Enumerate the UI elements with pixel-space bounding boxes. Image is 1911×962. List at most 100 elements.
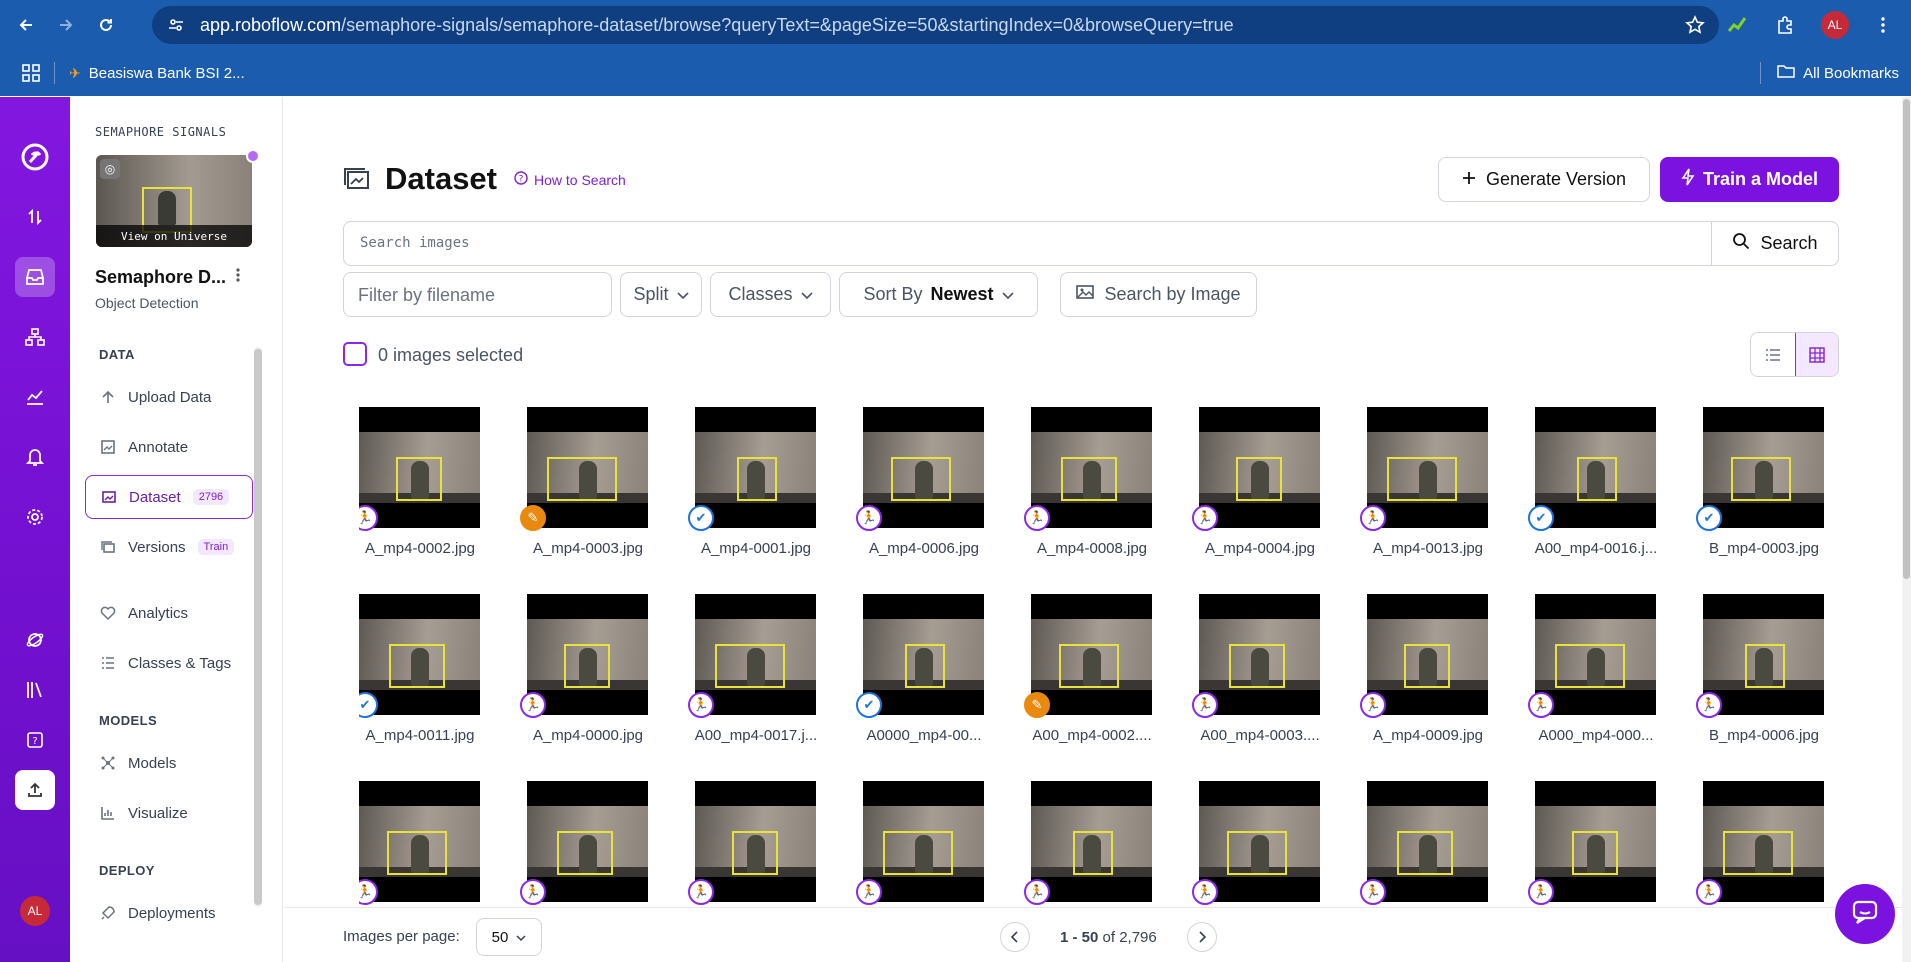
image-thumbnail[interactable] bbox=[1199, 594, 1320, 715]
project-menu-icon[interactable] bbox=[236, 267, 240, 288]
per-page-select[interactable]: 50 bbox=[476, 918, 542, 956]
analytics-rail-icon[interactable] bbox=[15, 377, 55, 417]
image-thumbnail[interactable] bbox=[527, 407, 648, 528]
image-thumbnail[interactable] bbox=[1031, 781, 1152, 902]
image-thumbnail[interactable] bbox=[695, 594, 816, 715]
image-thumbnail[interactable] bbox=[863, 781, 984, 902]
image-thumbnail[interactable] bbox=[695, 781, 816, 902]
image-thumbnail[interactable] bbox=[1367, 594, 1488, 715]
image-thumbnail[interactable] bbox=[1703, 781, 1824, 902]
image-tile[interactable]: ✔ A_mp4-0001.jpg bbox=[688, 407, 816, 577]
settings-gear-icon[interactable] bbox=[15, 497, 55, 537]
image-thumbnail[interactable] bbox=[359, 781, 480, 902]
image-thumbnail[interactable] bbox=[1199, 781, 1320, 902]
site-settings-icon[interactable] bbox=[166, 15, 186, 35]
menu-kebab-icon[interactable] bbox=[1869, 11, 1897, 39]
extension-chart-icon[interactable] bbox=[1723, 11, 1751, 39]
image-tile[interactable]: 🏃 A_mp4-0006.jpg bbox=[856, 407, 984, 577]
bookmark-item[interactable]: ✈ Beasiswa Bank BSI 2... bbox=[69, 65, 245, 82]
sidebar-item-visualize[interactable]: Visualize bbox=[85, 791, 253, 835]
image-thumbnail[interactable] bbox=[527, 594, 648, 715]
reload-icon[interactable] bbox=[92, 11, 120, 39]
image-thumbnail[interactable] bbox=[1703, 407, 1824, 528]
image-tile[interactable]: 🏃 A_mp4-0013.jpg bbox=[1360, 407, 1488, 577]
all-bookmarks[interactable]: All Bookmarks bbox=[1803, 65, 1899, 82]
page-scrollbar[interactable] bbox=[1902, 97, 1911, 962]
image-thumbnail[interactable] bbox=[695, 407, 816, 528]
forward-icon[interactable] bbox=[52, 11, 80, 39]
image-thumbnail[interactable] bbox=[1367, 781, 1488, 902]
chat-support-button[interactable] bbox=[1835, 884, 1895, 944]
image-tile[interactable]: ✔ A00_mp4-0016.j... bbox=[1528, 407, 1657, 577]
image-thumbnail[interactable] bbox=[359, 407, 480, 528]
image-tile[interactable]: 🏃 A00_mp4-0003.... bbox=[1192, 594, 1320, 764]
view-on-universe-caption[interactable]: View on Universe bbox=[96, 225, 252, 247]
image-tile[interactable]: ✔ A0000_mp4-00... bbox=[856, 594, 984, 764]
image-thumbnail[interactable] bbox=[1703, 594, 1824, 715]
image-thumbnail[interactable] bbox=[527, 781, 648, 902]
image-tile[interactable]: ✎ A_mp4-0003.jpg bbox=[520, 407, 648, 577]
image-tile[interactable]: 🏃 bbox=[520, 781, 648, 905]
generate-version-button[interactable]: Generate Version bbox=[1438, 157, 1650, 202]
workflows-icon[interactable] bbox=[15, 317, 55, 357]
image-tile[interactable]: 🏃 bbox=[1192, 781, 1320, 905]
image-tile[interactable]: 🏃 bbox=[1528, 781, 1656, 905]
how-to-search-link[interactable]: ? How to Search bbox=[514, 171, 626, 188]
split-dropdown[interactable]: Split bbox=[620, 272, 702, 317]
image-thumbnail[interactable] bbox=[359, 594, 480, 715]
image-tile[interactable]: 🏃 A000_mp4-000... bbox=[1528, 594, 1656, 764]
grid-view-icon[interactable] bbox=[1794, 333, 1838, 376]
projects-inbox-icon[interactable] bbox=[15, 257, 55, 297]
image-tile[interactable]: 🏃 A_mp4-0008.jpg bbox=[1024, 407, 1152, 577]
train-model-button[interactable]: Train a Model bbox=[1660, 157, 1839, 202]
sidebar-item-analytics[interactable]: Analytics bbox=[85, 591, 253, 635]
image-tile[interactable]: ✔ A_mp4-0011.jpg bbox=[359, 594, 480, 764]
roboflow-logo-icon[interactable] bbox=[15, 137, 55, 177]
image-thumbnail[interactable] bbox=[1367, 407, 1488, 528]
extensions-icon[interactable] bbox=[1771, 11, 1799, 39]
image-tile[interactable]: 🏃 bbox=[856, 781, 984, 905]
image-tile[interactable]: 🏃 A00_mp4-0017.j... bbox=[688, 594, 817, 764]
bookmark-star-icon[interactable] bbox=[1685, 15, 1705, 40]
image-tile[interactable]: 🏃 A_mp4-0000.jpg bbox=[520, 594, 648, 764]
select-all-checkbox[interactable] bbox=[343, 342, 367, 366]
sidebar-item-annotate[interactable]: Annotate bbox=[85, 425, 253, 469]
image-thumbnail[interactable] bbox=[863, 594, 984, 715]
sidebar-item-deployments[interactable]: Deployments bbox=[85, 891, 253, 935]
sidebar-scroll-thumb[interactable] bbox=[254, 349, 262, 905]
sidebar-item-classes-tags[interactable]: Classes & Tags bbox=[85, 641, 253, 685]
search-input[interactable]: Search images Search bbox=[343, 221, 1839, 266]
universe-icon[interactable] bbox=[15, 620, 55, 660]
image-tile[interactable]: ✎ A00_mp4-0002.... bbox=[1024, 594, 1152, 764]
image-tile[interactable]: 🏃 B_mp4-0006.jpg bbox=[1696, 594, 1824, 764]
help-icon[interactable]: ? bbox=[15, 720, 55, 760]
image-tile[interactable]: 🏃 bbox=[1024, 781, 1152, 905]
switch-arrows-icon[interactable] bbox=[15, 197, 55, 237]
prev-page-button[interactable] bbox=[1000, 922, 1030, 952]
address-bar[interactable]: app.roboflow.com/semaphore-signals/semap… bbox=[152, 6, 1719, 44]
apps-grid-icon[interactable] bbox=[22, 64, 40, 82]
image-thumbnail[interactable] bbox=[1031, 407, 1152, 528]
image-thumbnail[interactable] bbox=[1199, 407, 1320, 528]
sidebar-item-upload-data[interactable]: Upload Data bbox=[85, 375, 253, 419]
image-tile[interactable]: 🏃 A_mp4-0009.jpg bbox=[1360, 594, 1488, 764]
sidebar-item-dataset[interactable]: Dataset 2796 bbox=[85, 475, 253, 519]
classes-dropdown[interactable]: Classes bbox=[710, 272, 831, 317]
image-thumbnail[interactable] bbox=[863, 407, 984, 528]
image-tile[interactable]: 🏃 bbox=[688, 781, 816, 905]
upload-rail-icon[interactable] bbox=[15, 770, 55, 810]
sort-dropdown[interactable]: Sort By Newest bbox=[839, 272, 1038, 317]
search-button[interactable]: Search bbox=[1711, 222, 1838, 265]
user-avatar[interactable]: AL bbox=[20, 896, 50, 926]
image-tile[interactable]: 🏃 A_mp4-0002.jpg bbox=[359, 407, 480, 577]
next-page-button[interactable] bbox=[1186, 922, 1217, 952]
image-thumbnail[interactable] bbox=[1535, 781, 1656, 902]
list-view-icon[interactable] bbox=[1751, 333, 1795, 376]
image-tile[interactable]: 🏃 A_mp4-0004.jpg bbox=[1192, 407, 1320, 577]
back-icon[interactable] bbox=[12, 11, 40, 39]
image-tile[interactable]: ✔ B_mp4-0003.jpg bbox=[1696, 407, 1824, 577]
monitoring-bell-icon[interactable] bbox=[15, 437, 55, 477]
sidebar-item-models[interactable]: Models bbox=[85, 741, 253, 785]
image-tile[interactable]: 🏃 bbox=[359, 781, 480, 905]
docs-library-icon[interactable] bbox=[15, 670, 55, 710]
